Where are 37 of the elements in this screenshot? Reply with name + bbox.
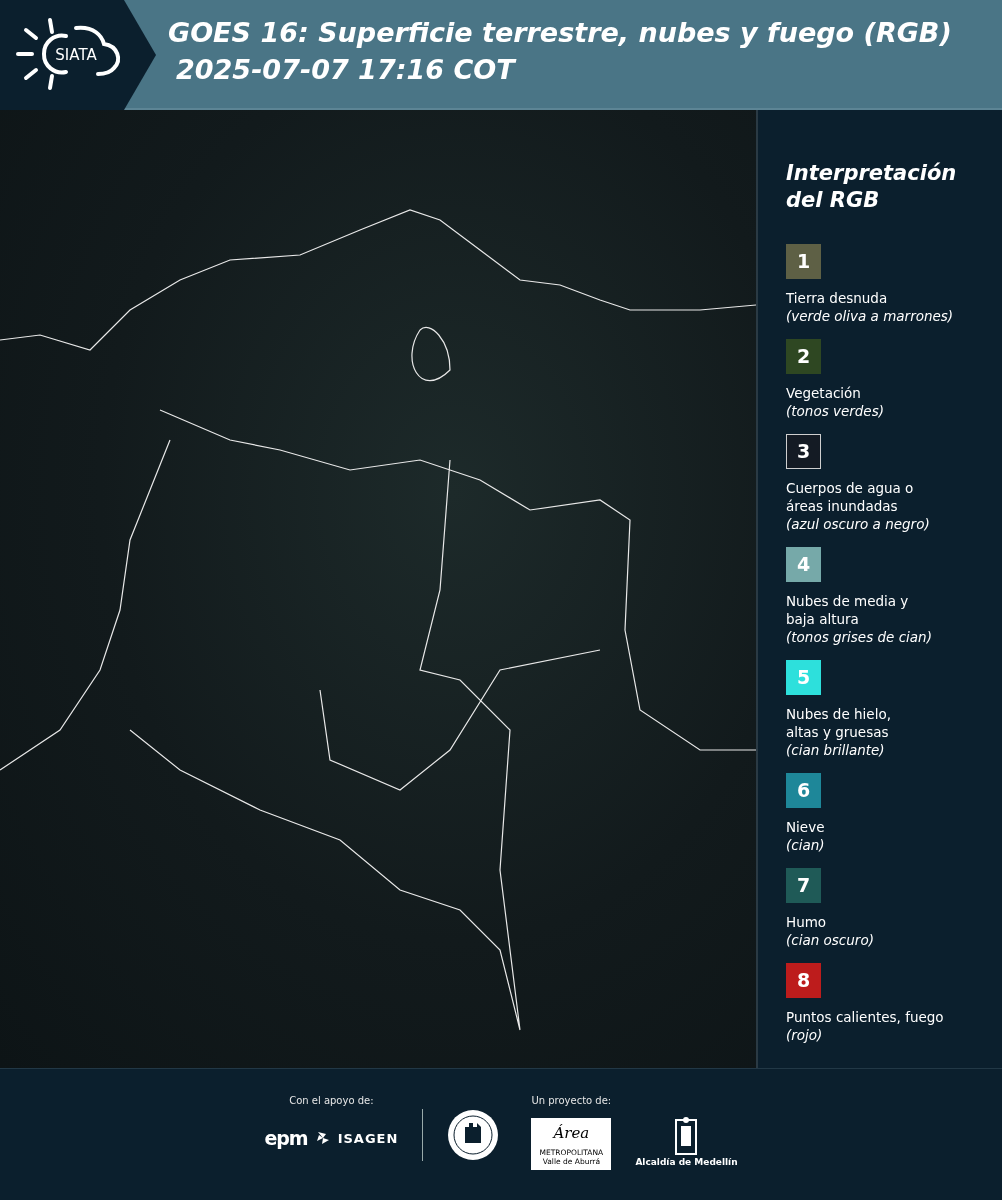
legend-note: (verde oliva a marrones) [786,307,955,325]
legend-note: (tonos grises de cian) [786,628,933,646]
leaf-icon [315,1131,330,1146]
sponsor-logo: epm [264,1126,308,1151]
legend-swatch: 1 [786,244,821,279]
legend-title: Interpretación del RGB [786,160,958,214]
legend-swatch: 5 [786,660,821,695]
legend-note: (cian brillante) [786,741,886,759]
logo-text: SIATA [55,46,97,64]
title: GOES 16: Superficie terrestre, nubes y fuego (RGB) [168,16,952,50]
seal-icon [447,1109,500,1161]
project-label: Un proyecto de: [531,1094,613,1108]
legend-label: Cuerpos de agua o áreas inundadas [786,479,915,515]
legend-label: Puntos calientes, fuego [786,1008,945,1026]
legend-label: Vegetación [786,384,862,402]
sun-cloud-logo-icon [16,18,121,90]
legend-note: (cian) [786,836,826,854]
legend-swatch: 6 [786,773,821,808]
legend-swatch: 4 [786,547,821,582]
coat-of-arms-icon [673,1116,700,1156]
legend-note: (azul oscuro a negro) [786,515,931,533]
legend-label: Nubes de media y baja altura [786,592,910,628]
sponsor-logo: ISAGEN [337,1129,399,1148]
legend-swatch: 3 [786,434,821,469]
legend-swatch: 2 [786,339,821,374]
legend-label: Nieve [786,818,826,836]
legend-swatch: 7 [786,868,821,903]
support-label: Con el apoyo de: [289,1094,374,1108]
legend-note: (cian oscuro) [786,931,875,949]
legend-label: Humo [786,913,828,931]
timestamp: 2025-07-07 17:16 COT [175,53,515,87]
legend-swatch: 8 [786,963,821,998]
legend-note: (tonos verdes) [786,402,885,420]
legend-note: (rojo) [786,1026,824,1044]
legend-label: Tierra desnuda [786,289,889,307]
legend-label: Nubes de hielo, altas y gruesas [786,705,892,741]
city-logo-text: Alcaldía de Medellín [635,1156,738,1169]
